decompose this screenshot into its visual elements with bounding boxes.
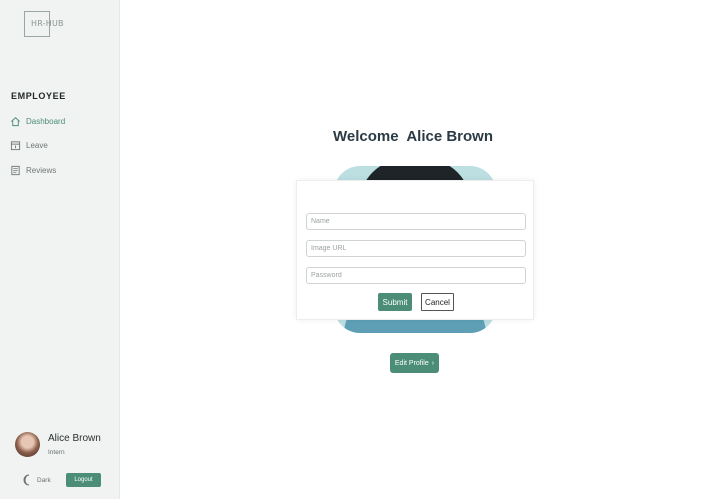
cancel-button[interactable]: Cancel [421, 293, 454, 311]
sidebar: HR-HUB EMPLOYEE Dashboard Leave Reviews … [0, 0, 120, 499]
home-icon [11, 116, 20, 126]
name-input[interactable] [306, 213, 526, 230]
profile-name: Alice Brown [48, 433, 101, 444]
image-url-input[interactable] [306, 240, 526, 257]
logo-text: HR-HUB [31, 19, 64, 28]
document-icon [11, 165, 20, 175]
sidebar-item-leave[interactable]: Leave [10, 138, 48, 152]
role-heading: EMPLOYEE [11, 91, 66, 101]
calendar-icon [10, 140, 21, 150]
arrow-icon: › [431, 359, 435, 367]
moon-icon [23, 474, 30, 486]
app-root: HR-HUB EMPLOYEE Dashboard Leave Reviews … [0, 0, 705, 499]
submit-button[interactable]: Submit [378, 293, 412, 311]
password-input[interactable] [306, 267, 526, 284]
profile-role: Intern [48, 449, 65, 456]
theme-toggle[interactable]: Dark [22, 474, 51, 486]
sidebar-item-label: Leave [26, 140, 48, 150]
sidebar-item-label: Reviews [26, 165, 57, 175]
edit-profile-label: Edit Profile [394, 359, 429, 367]
hr-hub-logo[interactable]: HR-HUB [24, 11, 64, 37]
edit-profile-modal: Submit Cancel [296, 180, 534, 320]
welcome-heading: Welcome Alice Brown [332, 128, 494, 145]
sidebar-item-dashboard[interactable]: Dashboard [10, 114, 65, 128]
theme-toggle-label: Dark [37, 476, 51, 484]
sidebar-item-reviews[interactable]: Reviews [10, 163, 56, 177]
logout-button[interactable]: Logout [66, 473, 101, 487]
user-profile[interactable]: Alice Brown Intern [15, 432, 101, 457]
avatar [15, 432, 40, 457]
edit-profile-button[interactable]: Edit Profile › [390, 353, 439, 373]
sidebar-item-label: Dashboard [26, 116, 66, 126]
